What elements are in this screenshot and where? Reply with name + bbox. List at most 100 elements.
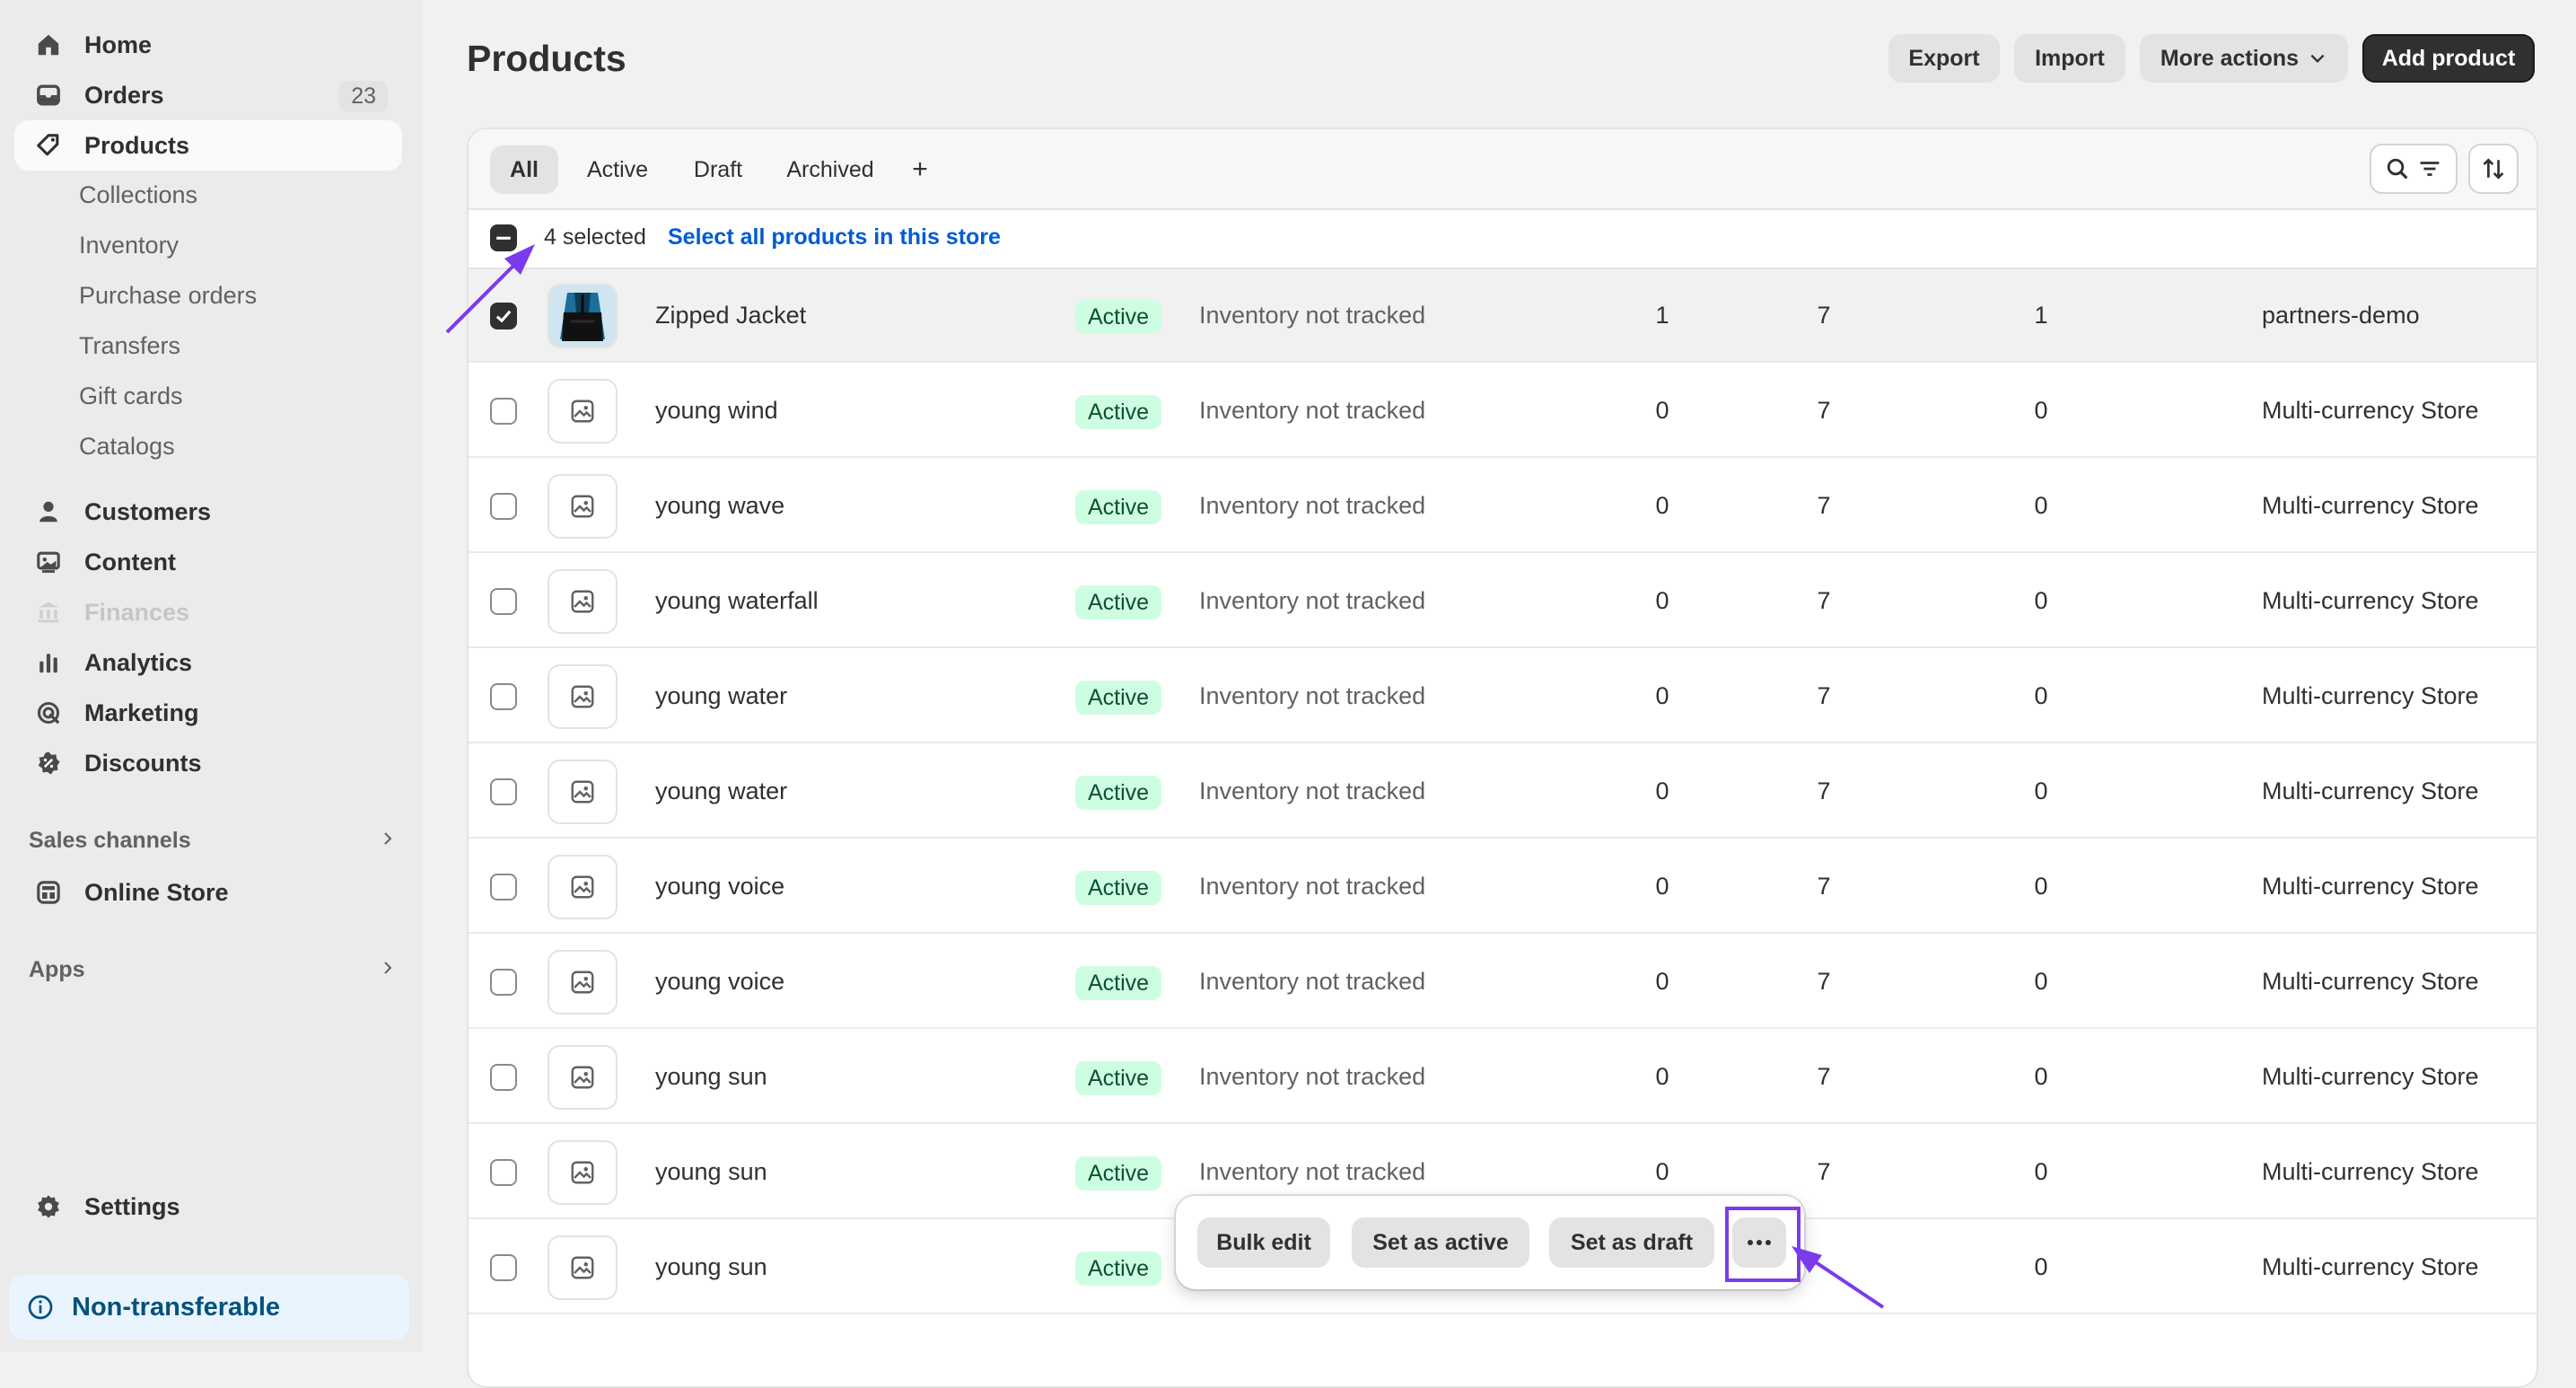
b2b-catalogs-count: 0 [2034, 1062, 2048, 1090]
inventory-status: Inventory not tracked [1199, 491, 1426, 519]
nav-products[interactable]: Products [14, 120, 402, 171]
markets-count: 7 [1817, 491, 1831, 519]
table-row[interactable]: young water Active Inventory not tracked 0 7… [469, 650, 2537, 743]
non-transferable-banner[interactable]: Non-transferable [9, 1275, 409, 1340]
row-checkbox[interactable] [490, 588, 517, 615]
vendor: Multi-currency Store [2262, 1157, 2479, 1185]
product-name[interactable]: young sun [655, 1031, 767, 1122]
image-placeholder-icon [548, 950, 618, 1015]
row-checkbox[interactable] [490, 1159, 517, 1186]
product-name[interactable]: young wave [655, 460, 784, 551]
target-icon [34, 698, 63, 727]
nav-online-store[interactable]: Online Store [14, 867, 402, 918]
nav-finances[interactable]: Finances [14, 587, 402, 637]
nav-orders[interactable]: Orders 23 [14, 70, 402, 120]
non-transferable-label: Non-transferable [72, 1292, 281, 1322]
product-thumbnail [548, 284, 618, 348]
more-actions-button[interactable]: More actions [2140, 34, 2348, 83]
set-as-active-button[interactable]: Set as active [1352, 1217, 1529, 1268]
status-badge: Active [1075, 490, 1162, 524]
discount-icon [34, 749, 63, 777]
inventory-status: Inventory not tracked [1199, 872, 1426, 900]
chevron-right-icon [379, 957, 397, 983]
row-checkbox[interactable] [490, 1254, 517, 1281]
row-checkbox[interactable] [490, 303, 517, 329]
product-name[interactable]: young sun [655, 1221, 767, 1313]
nav-settings[interactable]: Settings [14, 1182, 402, 1232]
row-checkbox[interactable] [490, 1064, 517, 1091]
b2b-catalogs-count: 0 [2034, 872, 2048, 900]
row-checkbox[interactable] [490, 969, 517, 996]
sort-button[interactable] [2468, 144, 2519, 194]
markets-count: 7 [1817, 1157, 1831, 1185]
product-name[interactable]: young water [655, 745, 787, 837]
nav-discounts[interactable]: Discounts [14, 738, 402, 788]
table-row[interactable]: young sun Active Inventory not tracked 0 7 0 M… [469, 1031, 2537, 1124]
product-name[interactable]: young voice [655, 936, 784, 1027]
tab-active[interactable]: Active [574, 145, 661, 194]
set-as-draft-button[interactable]: Set as draft [1549, 1217, 1714, 1268]
nav-analytics[interactable]: Analytics [14, 637, 402, 688]
person-icon [34, 497, 63, 526]
nav-customers[interactable]: Customers [14, 487, 402, 537]
product-name[interactable]: young wind [655, 365, 778, 456]
table-row[interactable]: young waterfall Active Inventory not track… [469, 555, 2537, 648]
product-name[interactable]: young voice [655, 840, 784, 932]
table-row[interactable]: young voice Active Inventory not tracked 0 7… [469, 840, 2537, 934]
b2b-catalogs-count: 0 [2034, 491, 2048, 519]
search-icon [2386, 157, 2409, 180]
inventory-status: Inventory not tracked [1199, 681, 1426, 709]
select-all-checkbox[interactable] [490, 224, 517, 251]
row-checkbox[interactable] [490, 683, 517, 710]
tab-archived[interactable]: Archived [775, 145, 885, 194]
product-name[interactable]: young sun [655, 1126, 767, 1217]
nav-label: Products [84, 131, 190, 159]
nav-content[interactable]: Content [14, 537, 402, 587]
markets-count: 7 [1817, 396, 1831, 424]
row-checkbox[interactable] [490, 778, 517, 805]
tab-all[interactable]: All [490, 145, 558, 194]
sales-channels-header[interactable]: Sales channels [29, 828, 397, 854]
selected-count: 4 selected [544, 224, 646, 250]
product-name[interactable]: Zipped Jacket [655, 269, 806, 361]
add-product-button[interactable]: Add product [2362, 34, 2535, 83]
vendor: Multi-currency Store [2262, 872, 2479, 900]
nav-home[interactable]: Home [14, 20, 402, 70]
product-name[interactable]: young water [655, 650, 787, 742]
row-checkbox[interactable] [490, 398, 517, 425]
markets-count: 7 [1817, 967, 1831, 995]
product-name[interactable]: young waterfall [655, 555, 819, 646]
inventory-status: Inventory not tracked [1199, 586, 1426, 614]
status-badge: Active [1075, 585, 1162, 619]
export-button[interactable]: Export [1888, 34, 2000, 83]
search-filter-button[interactable] [2370, 144, 2458, 194]
sales-channels-count: 0 [1655, 586, 1669, 614]
status-badge: Active [1075, 395, 1162, 429]
nav-catalogs[interactable]: Catalogs [79, 433, 175, 461]
nav-label: Orders [84, 81, 164, 109]
nav-marketing[interactable]: Marketing [14, 688, 402, 738]
table-row[interactable]: young wave Active Inventory not tracked 0 7 0… [469, 460, 2537, 553]
image-placeholder-icon [548, 1140, 618, 1205]
add-view-button[interactable]: + [896, 145, 944, 194]
table-row[interactable]: young voice Active Inventory not tracked 0 7… [469, 936, 2537, 1029]
table-row[interactable]: Zipped Jacket Active Inventory not tracked… [469, 269, 2537, 363]
row-checkbox[interactable] [490, 493, 517, 520]
vendor: Multi-currency Store [2262, 1062, 2479, 1090]
table-row[interactable]: young wind Active Inventory not tracked 0 7 0… [469, 365, 2537, 458]
nav-collections[interactable]: Collections [79, 181, 197, 209]
nav-purchase-orders[interactable]: Purchase orders [79, 282, 257, 310]
tab-draft[interactable]: Draft [677, 145, 759, 194]
table-row[interactable]: young water Active Inventory not tracked 0 7… [469, 745, 2537, 839]
sales-channels-count: 0 [1655, 872, 1669, 900]
import-button[interactable]: Import [2014, 34, 2125, 83]
bulk-edit-button[interactable]: Bulk edit [1197, 1217, 1330, 1268]
annotation-highlight-box [1725, 1207, 1801, 1282]
select-all-products-link[interactable]: Select all products in this store [668, 224, 1001, 250]
orders-icon [34, 81, 63, 110]
nav-inventory[interactable]: Inventory [79, 232, 179, 259]
row-checkbox[interactable] [490, 874, 517, 900]
apps-header[interactable]: Apps [29, 957, 397, 983]
nav-transfers[interactable]: Transfers [79, 332, 180, 360]
nav-gift-cards[interactable]: Gift cards [79, 382, 183, 410]
